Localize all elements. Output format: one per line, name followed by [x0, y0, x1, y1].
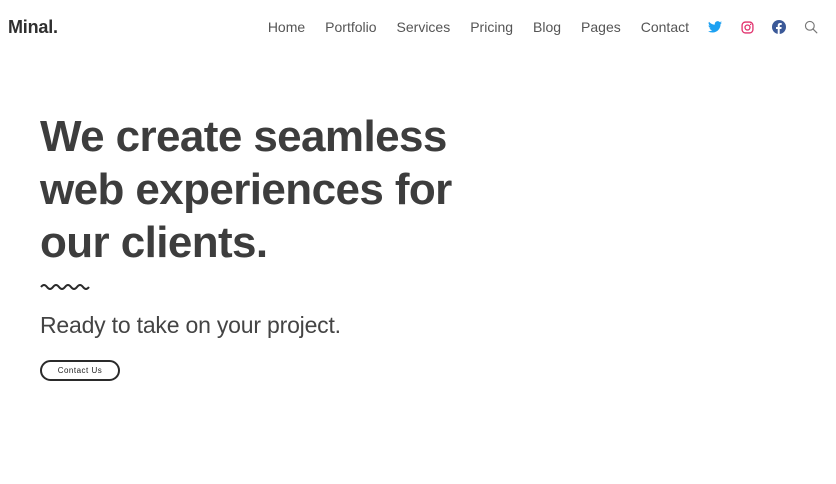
nav-portfolio[interactable]: Portfolio [325, 18, 376, 36]
hero-title: We create seamless web experiences for o… [40, 110, 500, 269]
search-icon[interactable] [803, 19, 819, 35]
hero-title-line-1: We create seamless [40, 112, 447, 161]
nav-pricing[interactable]: Pricing [470, 18, 513, 36]
brand-logo[interactable]: Minal. [8, 17, 58, 38]
nav-services[interactable]: Services [397, 18, 451, 36]
site-header: Minal. Home Portfolio Services Pricing B… [0, 0, 836, 54]
facebook-icon[interactable] [771, 19, 787, 35]
nav-pages[interactable]: Pages [581, 18, 621, 36]
hero-subtitle: Ready to take on your project. [40, 312, 341, 338]
hero-title-line-2: web experiences for [40, 165, 452, 214]
nav-blog[interactable]: Blog [533, 18, 561, 36]
nav-home[interactable]: Home [268, 18, 305, 36]
instagram-icon[interactable] [739, 19, 755, 35]
contact-us-button[interactable]: Contact Us [40, 360, 120, 381]
wave-divider [40, 284, 90, 290]
main-nav: Home Portfolio Services Pricing Blog Pag… [268, 18, 836, 36]
hero-title-line-3: our clients. [40, 218, 268, 267]
nav-contact[interactable]: Contact [641, 18, 689, 36]
twitter-icon[interactable] [707, 19, 723, 35]
